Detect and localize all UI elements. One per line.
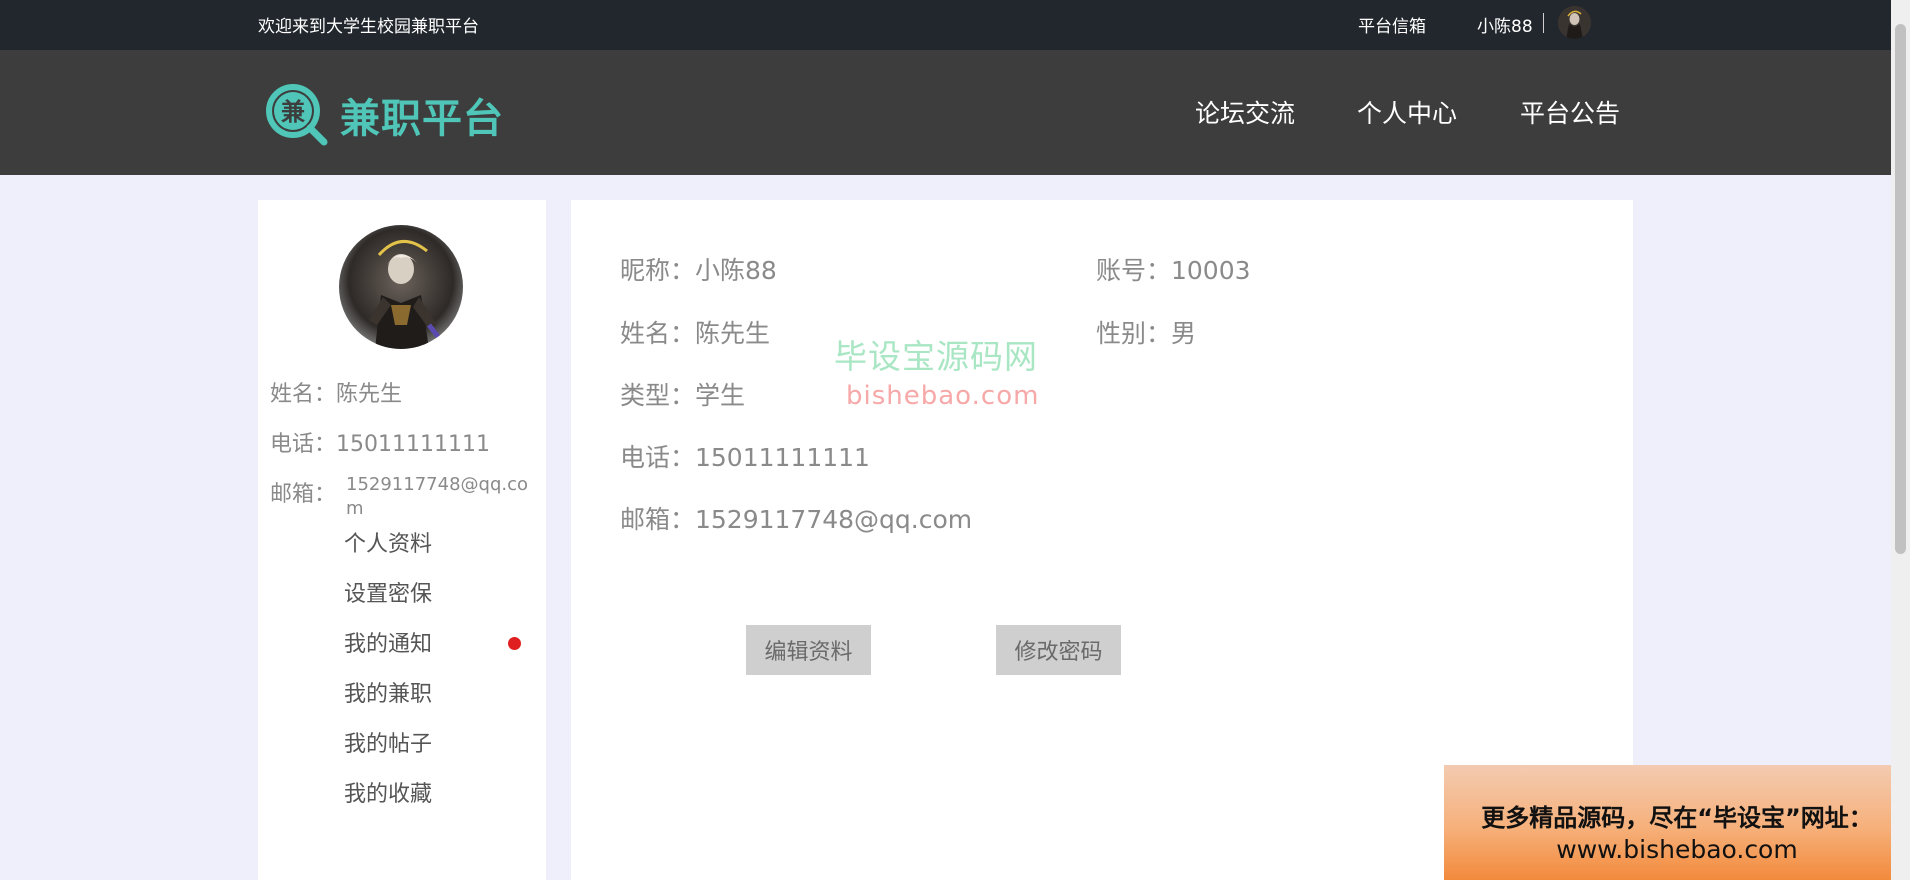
name-field: 姓名：陈先生: [620, 319, 771, 348]
promo-line-2: www.bishebao.com: [1556, 835, 1798, 864]
menu-my-posts[interactable]: 我的帖子: [344, 726, 432, 758]
brand-name[interactable]: 兼职平台: [340, 86, 504, 144]
username-link[interactable]: 小陈88: [1477, 12, 1533, 37]
phone-value: 15011111111: [336, 432, 490, 457]
divider: [1543, 13, 1544, 33]
magnifier-logo-icon[interactable]: 兼: [264, 82, 330, 148]
menu-security-question[interactable]: 设置密保: [344, 576, 432, 608]
logo-char: 兼: [281, 98, 305, 126]
nav-personal-center[interactable]: 个人中心: [1357, 94, 1457, 130]
avatar-image: [1558, 6, 1591, 39]
account-field: 账号：10003: [1096, 256, 1251, 285]
nav-announcement[interactable]: 平台公告: [1520, 94, 1620, 130]
welcome-text: 欢迎来到大学生校园兼职平台: [258, 17, 479, 37]
menu-personal-info[interactable]: 个人资料: [344, 526, 432, 558]
menu-my-jobs[interactable]: 我的兼职: [344, 676, 432, 708]
menu-my-favorites[interactable]: 我的收藏: [344, 776, 432, 808]
phone-label: 电话：: [270, 432, 337, 457]
promo-banner[interactable]: 更多精品源码，尽在“毕设宝”网址： www.bishebao.com: [1444, 765, 1910, 880]
name-label: 姓名：: [270, 382, 337, 407]
watermark-cn: 毕设宝源码网: [834, 337, 1038, 376]
nickname-field: 昵称：小陈88: [620, 256, 777, 285]
top-bar: 欢迎来到大学生校园兼职平台 平台信箱 小陈88: [0, 0, 1910, 50]
edit-profile-button[interactable]: 编辑资料: [746, 625, 871, 675]
type-field: 类型：学生: [620, 381, 746, 410]
red-dot-icon: [508, 637, 521, 650]
watermark-en: bishebao.com: [846, 381, 1040, 411]
sidebar-phone: 电话：15011111111: [270, 426, 490, 458]
avatar-image: [339, 225, 463, 349]
phone-field: 电话：15011111111: [620, 443, 870, 472]
change-password-button[interactable]: 修改密码: [996, 625, 1121, 675]
platform-mailbox-link[interactable]: 平台信箱: [1358, 12, 1426, 37]
scrollbar-thumb[interactable]: [1895, 24, 1906, 554]
sidebar-email-label: 邮箱：: [270, 482, 337, 507]
user-avatar-small[interactable]: [1558, 6, 1591, 39]
sidebar-email-value: 1529117748@qq.com: [346, 474, 529, 519]
main-header: 兼 兼职平台 论坛交流 个人中心 平台公告: [0, 50, 1910, 175]
promo-line-1: 更多精品源码，尽在“毕设宝”网址：: [1481, 804, 1873, 832]
profile-sidebar: 姓名：陈先生 电话：15011111111 邮箱： 1529117748@qq.…: [258, 200, 546, 880]
avatar: [339, 225, 463, 349]
nav-forum[interactable]: 论坛交流: [1195, 94, 1295, 130]
name-value: 陈先生: [336, 382, 403, 407]
gender-field: 性别：男: [1096, 319, 1197, 348]
sidebar-name: 姓名：陈先生: [270, 376, 402, 408]
menu-my-notifications[interactable]: 我的通知: [344, 626, 432, 658]
email-field: 邮箱：1529117748@qq.com: [620, 505, 973, 534]
vertical-scrollbar[interactable]: [1891, 0, 1910, 880]
